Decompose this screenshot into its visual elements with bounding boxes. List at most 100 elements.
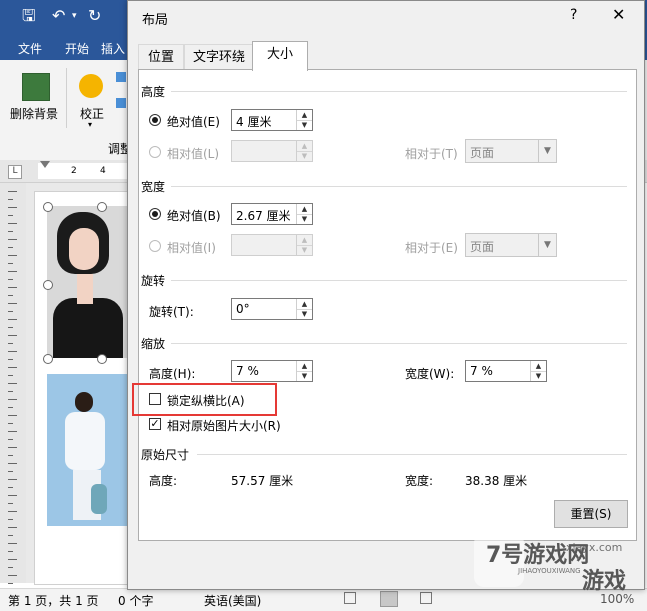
close-icon[interactable]: ✕ [612, 5, 625, 24]
undo-dropdown-icon[interactable]: ▾ [72, 7, 77, 25]
tab-insert[interactable]: 插入 [101, 40, 125, 57]
ruler-tick [8, 575, 17, 576]
ruler-tick [8, 383, 17, 384]
ruler-tick [8, 327, 13, 328]
original-height-label: 高度: [149, 474, 178, 488]
ruler-tick [8, 255, 17, 256]
remove-background-button[interactable]: 删除背景 [10, 105, 58, 122]
width-relative-radio[interactable] [149, 240, 161, 252]
width-absolute-value[interactable]: 2.67 厘米 [236, 207, 291, 224]
redo-icon[interactable]: ↻ [88, 7, 101, 25]
height-absolute-input[interactable]: 4 厘米 ▲ ▼ [231, 109, 313, 131]
width-absolute-radio[interactable] [149, 208, 161, 220]
original-width-label: 宽度: [405, 474, 434, 488]
spin-down-icon[interactable]: ▼ [531, 371, 546, 381]
spin-down-icon[interactable]: ▼ [297, 151, 312, 161]
ruler-tick [8, 303, 17, 304]
ruler-tick [8, 399, 17, 400]
relative-original-label[interactable]: 相对原始图片大小(R) [167, 417, 281, 434]
width-relative-to-select[interactable]: 页面 ▼ [465, 233, 557, 257]
tab-file[interactable]: 文件 [18, 40, 42, 57]
spin-down-icon[interactable]: ▼ [297, 371, 312, 381]
section-divider [171, 280, 627, 281]
highlight-box [132, 383, 277, 416]
ribbon-small-icon[interactable] [116, 72, 126, 82]
ruler-tick [8, 455, 13, 456]
height-absolute-label[interactable]: 绝对值(E) [167, 113, 220, 130]
original-width-value: 38.38 厘米 [465, 474, 528, 488]
page-count[interactable]: 第 1 页，共 1 页 [8, 592, 99, 609]
scale-width-value[interactable]: 7 % [470, 364, 493, 378]
tab-stop-selector[interactable]: L [8, 165, 22, 179]
ruler-tick [8, 503, 13, 504]
spin-down-icon[interactable]: ▼ [297, 120, 312, 130]
spin-down-icon[interactable]: ▼ [297, 309, 312, 319]
ruler-tick [8, 391, 13, 392]
ruler-tick [8, 495, 17, 496]
ruler-tick [8, 447, 17, 448]
height-absolute-value[interactable]: 4 厘米 [236, 113, 271, 130]
resize-handle[interactable] [43, 354, 53, 364]
resize-handle[interactable] [43, 202, 53, 212]
ruler-tick [8, 343, 13, 344]
undo-icon[interactable]: ↶ [52, 7, 65, 25]
photo-head [75, 392, 93, 412]
tab-home[interactable]: 开始 [65, 40, 89, 57]
reset-button[interactable]: 重置(S) [554, 500, 628, 528]
photo-dress [53, 298, 123, 358]
width-relative-label[interactable]: 相对值(I) [167, 239, 216, 256]
language[interactable]: 英语(美国) [204, 592, 261, 609]
ruler-tick [8, 479, 17, 480]
save-icon[interactable]: 🖫 [22, 7, 36, 25]
ruler-tick [8, 543, 17, 544]
tab-text-wrapping[interactable]: 文字环绕 [184, 44, 254, 70]
scale-height-input[interactable]: 7 % ▲ ▼ [231, 360, 313, 382]
ruler-tick [8, 511, 17, 512]
spinner: ▲ ▼ [530, 361, 546, 381]
ruler-tick [8, 263, 13, 264]
scale-height-value[interactable]: 7 % [236, 364, 259, 378]
document-page [34, 191, 132, 585]
relative-original-checkbox[interactable]: ✓ [149, 418, 161, 430]
height-relative-to-select[interactable]: 页面 ▼ [465, 139, 557, 163]
width-absolute-input[interactable]: 2.67 厘米 ▲ ▼ [231, 203, 313, 225]
width-absolute-label[interactable]: 绝对值(B) [167, 207, 221, 224]
selected-photo[interactable] [47, 206, 127, 358]
ruler-mark: 4 [100, 166, 106, 176]
word-count[interactable]: 0 个字 [118, 592, 153, 609]
tab-position[interactable]: 位置 [138, 44, 184, 70]
rotate-label: 旋转(T): [149, 305, 194, 319]
resize-handle[interactable] [43, 280, 53, 290]
print-layout-icon[interactable] [380, 591, 398, 607]
rotate-value[interactable]: 0° [236, 302, 250, 316]
width-relative-input[interactable]: ▲ ▼ [231, 234, 313, 256]
spinner: ▲ ▼ [296, 299, 312, 319]
web-layout-icon[interactable] [420, 592, 432, 604]
help-button[interactable]: ? [570, 7, 577, 23]
chevron-down-icon[interactable]: ▼ [538, 140, 556, 162]
height-relative-radio[interactable] [149, 146, 161, 158]
vertical-ruler [0, 183, 26, 584]
ruler-tick [8, 247, 13, 248]
chevron-down-icon[interactable]: ▾ [88, 120, 92, 129]
scale-width-input[interactable]: 7 % ▲ ▼ [465, 360, 547, 382]
width-relative-to-value: 页面 [470, 240, 495, 254]
spin-down-icon[interactable]: ▼ [297, 214, 312, 224]
read-mode-icon[interactable] [344, 592, 356, 604]
chevron-down-icon[interactable]: ▼ [538, 234, 556, 256]
first-line-indent-marker[interactable] [40, 161, 50, 168]
section-divider [171, 91, 627, 92]
height-absolute-radio[interactable] [149, 114, 161, 126]
ribbon-small-icon[interactable] [116, 98, 126, 108]
rotate-input[interactable]: 0° ▲ ▼ [231, 298, 313, 320]
second-photo[interactable] [47, 374, 127, 526]
watermark-url: xiayx.com [566, 541, 623, 554]
ruler-tick [8, 519, 13, 520]
height-relative-input[interactable]: ▲ ▼ [231, 140, 313, 162]
spin-down-icon[interactable]: ▼ [297, 245, 312, 255]
resize-handle[interactable] [97, 202, 107, 212]
ruler-tick [8, 287, 17, 288]
resize-handle[interactable] [97, 354, 107, 364]
tab-size[interactable]: 大小 [252, 41, 308, 71]
height-relative-label[interactable]: 相对值(L) [167, 145, 219, 162]
